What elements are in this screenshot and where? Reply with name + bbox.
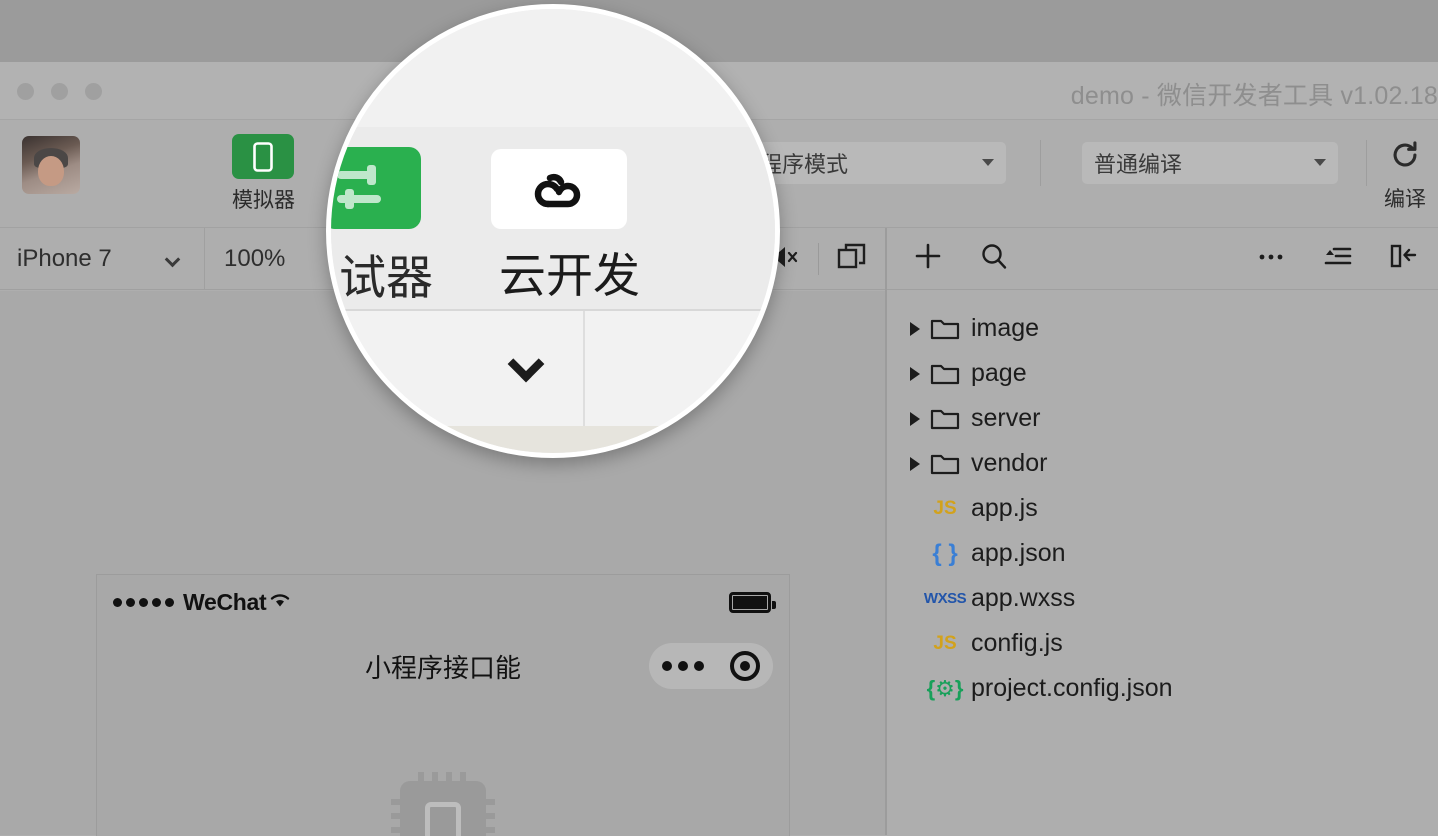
file-name: vendor [971,449,1048,477]
expand-arrow-icon[interactable] [905,366,925,381]
multi-window-icon[interactable] [837,243,867,276]
maximize-button[interactable] [85,83,102,100]
editor-pane: image page server vendor JS app.js {} a… [887,228,1438,835]
more-icon[interactable] [1256,250,1286,268]
search-icon[interactable] [979,241,1009,276]
simulator-toggle-label: 模拟器 [232,189,295,212]
magnifier-titlebar-region [331,9,775,129]
collapse-all-icon[interactable] [1322,243,1352,274]
file-name: app.json [971,539,1066,567]
device-select-value: iPhone 7 [17,244,112,272]
magnifier-lower-region [331,311,775,453]
file-name: page [971,359,1027,387]
file-tree-row-app-wxss[interactable]: WXSS app.wxss [887,576,1438,621]
magnifier-left-button-label: 试器 [339,251,433,304]
device-select[interactable]: iPhone 7 [0,227,205,290]
battery-full-icon [729,592,776,613]
traffic-lights [17,83,102,100]
chevron-down-icon [1314,159,1326,166]
expand-arrow-icon[interactable] [905,321,925,336]
chip-icon [391,772,495,836]
simulator-toolbar-divider [818,243,819,275]
phone-nav-bar: 小程序接口能 [97,629,789,703]
simulator-toggle-button[interactable]: 模拟器 [232,134,295,214]
editor-toolbar-left [887,241,1009,276]
file-tree-row-image[interactable]: image [887,306,1438,351]
zoom-level[interactable]: 100% [205,228,325,290]
avatar-face [38,156,64,186]
magnifier-toolbar-region: 试器 云开发 [331,127,775,317]
minimize-button[interactable] [51,83,68,100]
compile-button-label: 编译 [1384,188,1426,211]
phone-icon [232,134,294,179]
file-tree-row-config-js[interactable]: JS config.js [887,621,1438,666]
file-name: config.js [971,629,1063,657]
expand-arrow-icon[interactable] [905,411,925,426]
js-icon: JS [933,632,957,654]
folder-icon [925,452,965,476]
magnifier-content: 试器 云开发 [331,9,775,453]
wechat-capsule[interactable] [649,643,773,689]
file-name: server [971,404,1041,432]
chip-core [425,802,461,836]
more-dots-icon[interactable] [662,661,704,671]
file-name: project.config.json [971,674,1173,702]
magnifier-overlay: 试器 云开发 [326,4,780,458]
sliders-icon[interactable] [331,147,421,229]
file-name: app.js [971,494,1038,522]
hide-panel-icon[interactable] [1388,242,1418,275]
carrier-label: WeChat [183,588,267,615]
folder-icon [925,362,965,386]
window-title: demo - 微信开发者工具 v1.02.18 [1070,82,1438,110]
file-name: app.wxss [971,584,1076,612]
file-tree-row-app-js[interactable]: JS app.js [887,486,1438,531]
magnifier-right-button-label: 云开发 [499,249,640,302]
editor-toolbar [887,228,1438,290]
file-tree-row-app-json[interactable]: { } app.json [887,531,1438,576]
compile-button[interactable]: 编译 [1380,138,1430,213]
folder-icon [925,317,965,341]
toolbar-divider-2 [1366,140,1367,186]
magnifier-lower-divider [583,311,585,426]
wifi-icon [268,589,292,615]
add-icon[interactable] [913,241,943,276]
file-tree-row-project-config-json[interactable]: {⚙} project.config.json [887,666,1438,711]
phone-frame: WeChat 小程序接口能 [96,574,790,836]
editor-toolbar-right [1256,242,1418,275]
cloud-icon [534,173,581,208]
wxss-icon: WXSS [923,590,967,607]
json-icon: { } [932,539,958,567]
file-tree-row-page[interactable]: page [887,351,1438,396]
toolbar-divider-1 [1040,140,1041,186]
file-tree: image page server vendor JS app.js {} a… [887,290,1438,711]
close-button[interactable] [17,83,34,100]
compile-mode-value: 普通编译 [1094,152,1183,177]
js-icon: JS [933,497,957,519]
expand-arrow-icon[interactable] [905,456,925,471]
chevron-down-icon [164,251,181,267]
mode-select[interactable]: 程序模式 [748,142,1006,184]
file-name: image [971,314,1040,342]
project-config-icon: {⚙} [926,675,964,701]
signal-dots-icon [113,597,174,607]
phone-content: 以下将演示小程序接口能力，具体属性参数详见 小程序开发文档。 [97,703,789,836]
file-tree-row-vendor[interactable]: vendor [887,441,1438,486]
target-icon[interactable] [730,651,760,681]
file-tree-row-server[interactable]: server [887,396,1438,441]
phone-nav-title: 小程序接口能 [364,652,521,683]
simulator-toolbar-right [770,228,885,290]
avatar[interactable] [22,136,80,194]
phone-icon-svg [253,141,273,172]
refresh-icon [1393,141,1417,167]
chevron-down-icon[interactable] [507,345,545,383]
zoom-level-value: 100% [224,244,286,272]
cloud-dev-button[interactable] [491,149,627,229]
compile-mode-select[interactable]: 普通编译 [1082,142,1338,184]
chevron-down-icon [982,159,994,166]
phone-status-bar: WeChat [97,575,789,629]
folder-icon [925,407,965,431]
